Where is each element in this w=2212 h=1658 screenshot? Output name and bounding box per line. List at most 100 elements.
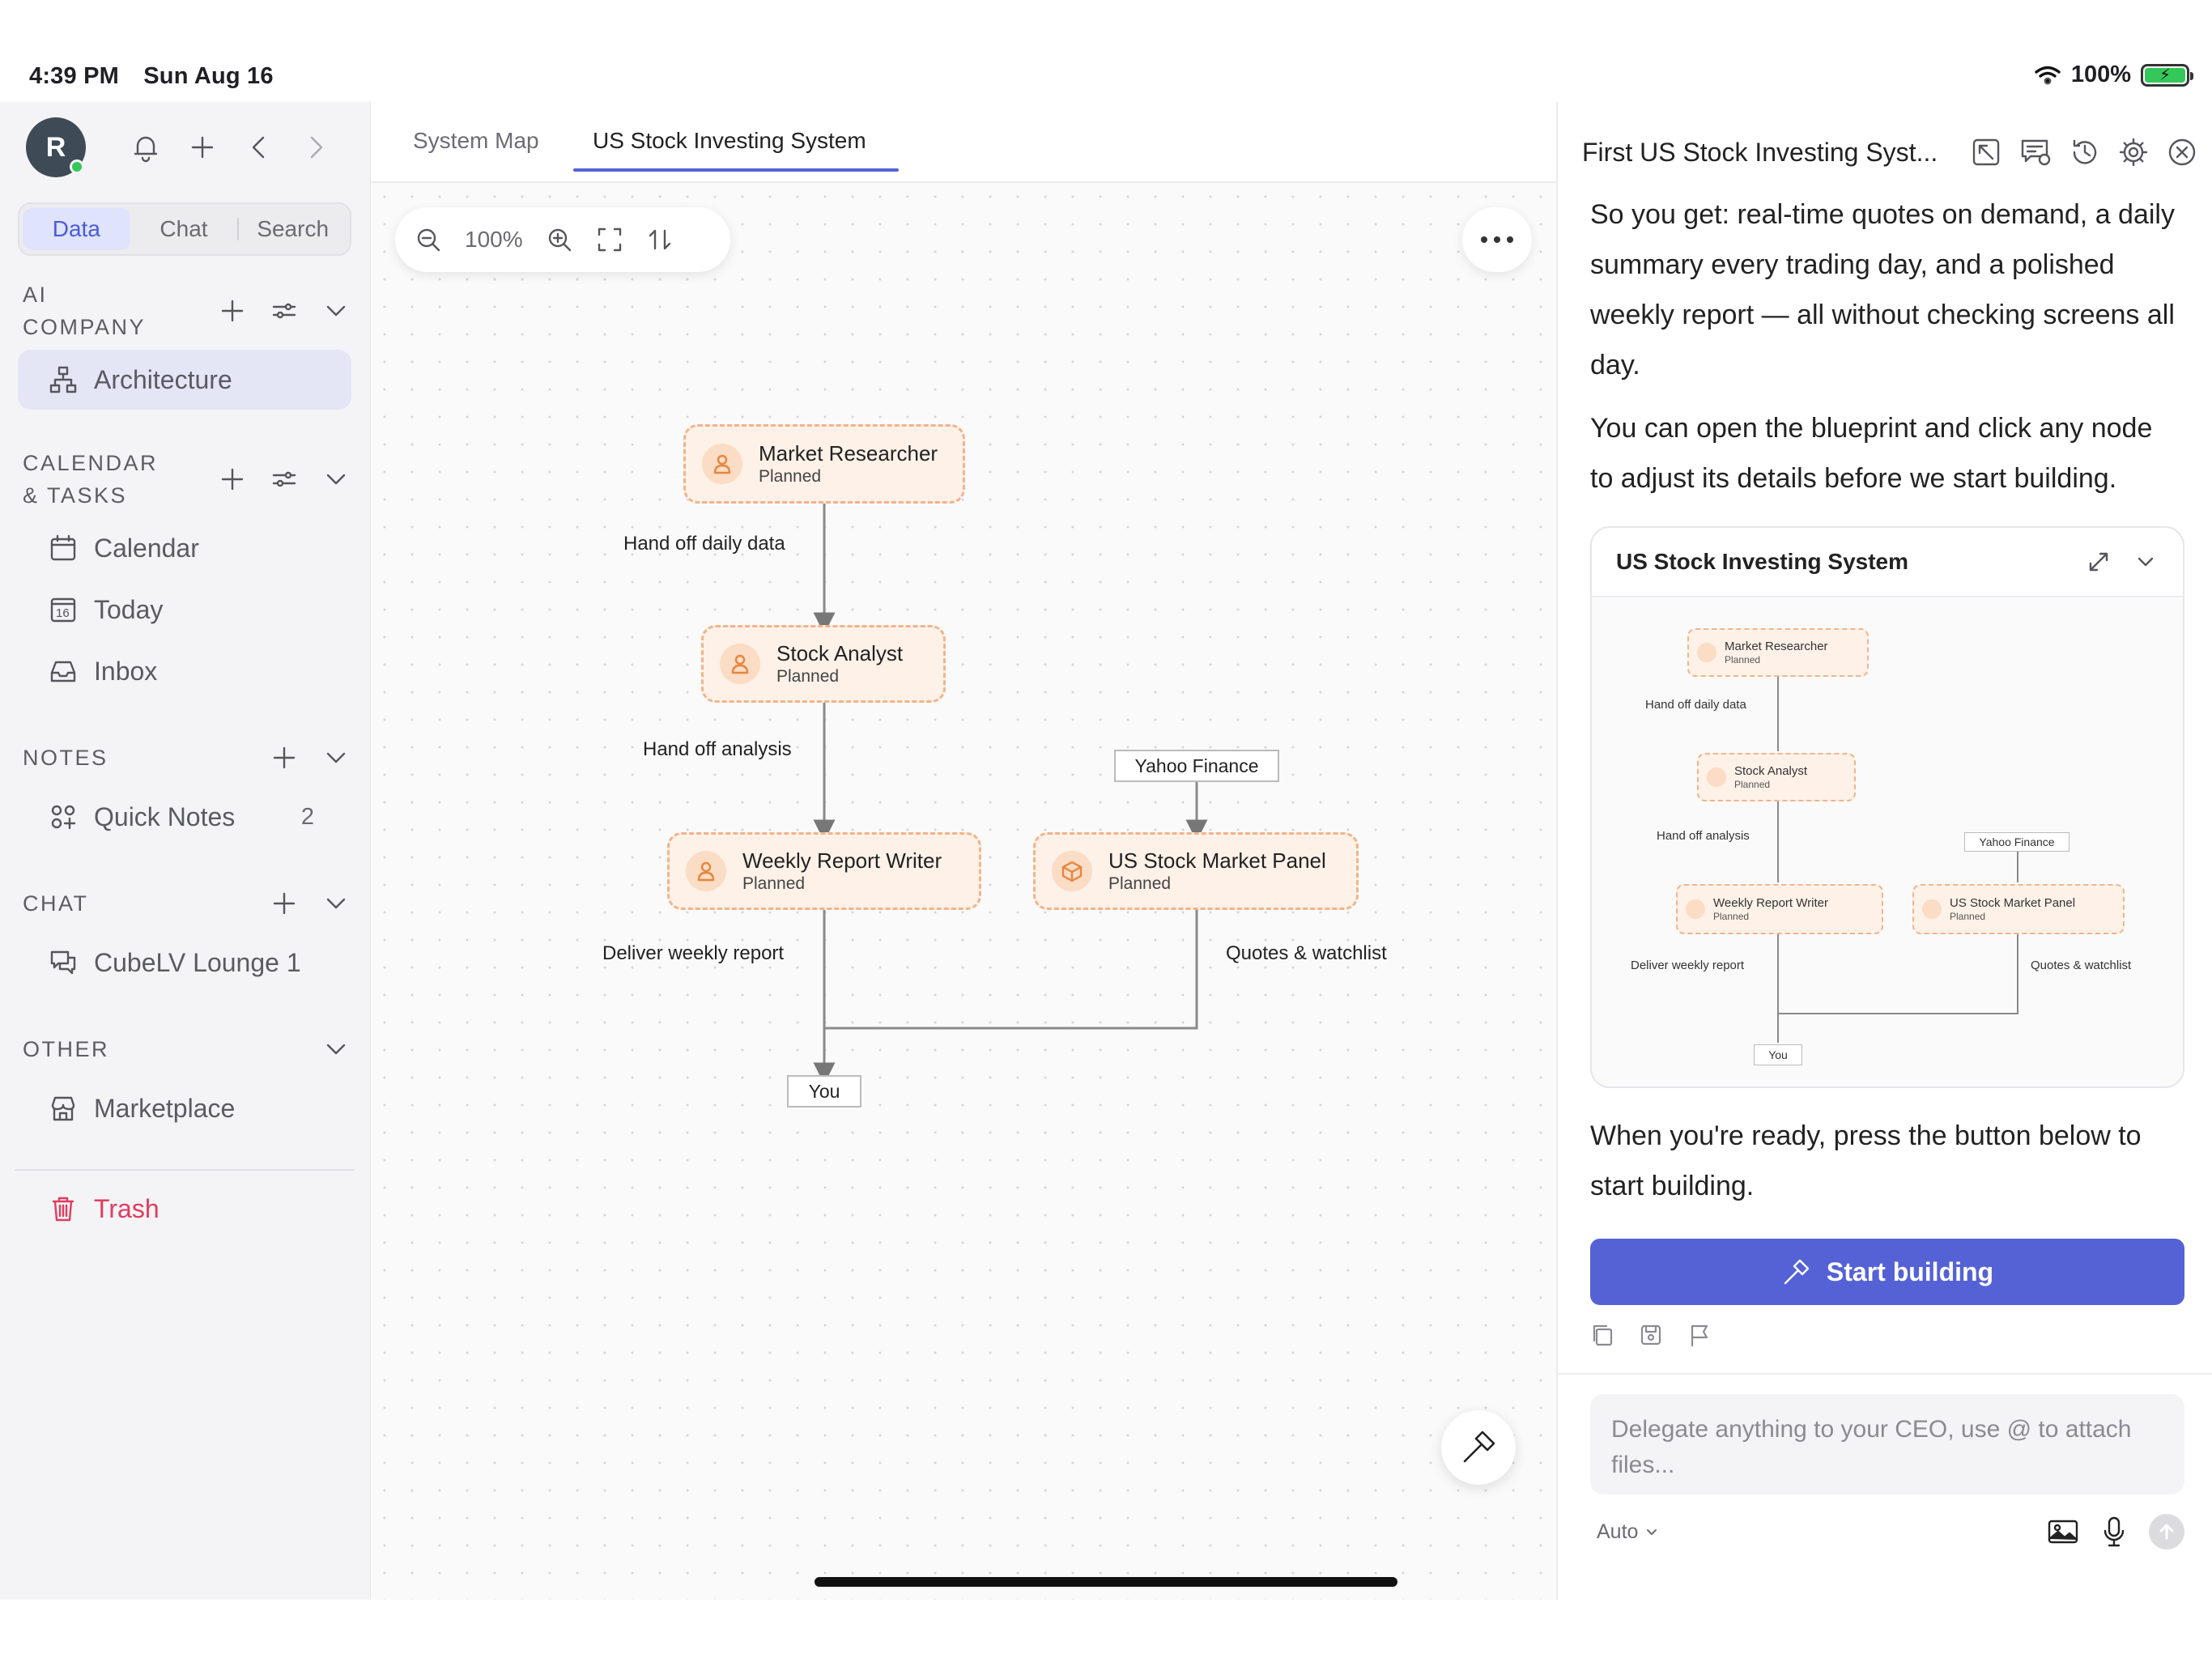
- sidebar-item-label: Quick Notes: [94, 801, 236, 831]
- person-icon: [1707, 767, 1726, 787]
- gear-icon[interactable]: [2118, 137, 2149, 168]
- preview-label-daily-data: Hand off daily data: [1645, 698, 1746, 712]
- battery-icon: ⚡: [2141, 63, 2193, 87]
- add-icon[interactable]: [186, 131, 219, 164]
- model-select-value: Auto: [1597, 1520, 1639, 1543]
- copy-icon[interactable]: [1590, 1323, 1614, 1347]
- bell-icon[interactable]: [130, 131, 162, 164]
- sidebar-item-architecture[interactable]: Architecture: [18, 350, 351, 410]
- trash-icon: [49, 1194, 78, 1223]
- preview-node-stock-analyst: Stock Analyst Planned: [1697, 753, 1856, 801]
- section-title-other: OTHER: [23, 1037, 109, 1061]
- sidebar-item-calendar[interactable]: Calendar: [18, 518, 351, 578]
- segment-search[interactable]: Search: [239, 208, 347, 250]
- forward-chevron-icon[interactable]: [300, 131, 332, 164]
- node-title: US Stock Market Panel: [1108, 848, 1326, 873]
- preview-node-market-researcher: Market Researcher Planned: [1687, 628, 1869, 677]
- history-icon[interactable]: [2069, 137, 2100, 168]
- tab-system-map[interactable]: System Map: [413, 128, 539, 154]
- add-icon[interactable]: [219, 466, 246, 493]
- storefront-icon: [49, 1094, 78, 1123]
- avatar[interactable]: R: [26, 117, 86, 177]
- person-icon: [1686, 899, 1705, 919]
- main-area: System Map US Stock Investing System 100…: [371, 102, 1556, 1600]
- node-weekly-report-writer[interactable]: Weekly Report Writer Planned: [667, 832, 981, 910]
- section-title-ai-company: AI COMPANY: [23, 283, 147, 339]
- chat-panel: First US Stock Investing Syst... So you …: [1556, 102, 2212, 1600]
- model-select[interactable]: Auto: [1597, 1520, 1659, 1544]
- chevron-down-icon[interactable]: [322, 297, 350, 325]
- blueprint-preview-card[interactable]: US Stock Investing System Market Researc…: [1590, 526, 2184, 1088]
- status-bar: 4:39 PM Sun Aug 16 100% ⚡: [0, 0, 2212, 102]
- panel-title: First US Stock Investing Syst...: [1582, 137, 1938, 167]
- segment-chat[interactable]: Chat: [130, 208, 238, 250]
- flag-icon[interactable]: [1687, 1323, 1712, 1347]
- section-calendar-tasks: CALENDAR & TASKS: [23, 447, 355, 512]
- save-icon[interactable]: [1639, 1323, 1663, 1347]
- node-stock-analyst[interactable]: Stock Analyst Planned: [701, 625, 946, 703]
- chevron-down-icon[interactable]: [322, 466, 350, 493]
- sidebar-item-marketplace[interactable]: Marketplace: [18, 1078, 351, 1138]
- target-you[interactable]: You: [787, 1075, 861, 1107]
- preview-node-market-panel: US Stock Market Panel Planned: [1912, 884, 2125, 934]
- collapse-diagonal-icon[interactable]: [1971, 137, 2001, 168]
- panel-header: First US Stock Investing Syst...: [1582, 126, 2197, 178]
- chat-settings-icon[interactable]: [2019, 137, 2052, 168]
- back-chevron-icon[interactable]: [243, 131, 275, 164]
- chevron-down-icon[interactable]: [2133, 549, 2159, 575]
- preview-title: US Stock Investing System: [1616, 549, 1909, 574]
- package-icon: [1052, 851, 1092, 891]
- filter-icon[interactable]: [270, 297, 298, 325]
- node-us-stock-market-panel[interactable]: US Stock Market Panel Planned: [1033, 832, 1359, 910]
- notes-count-badge: 2: [300, 803, 314, 830]
- hierarchy-icon: [49, 365, 78, 394]
- sidebar-item-quick-notes[interactable]: Quick Notes 2: [18, 787, 351, 847]
- status-date: Sun Aug 16: [143, 63, 274, 89]
- add-icon[interactable]: [270, 744, 298, 772]
- sidebar-item-cubelv-lounge[interactable]: CubeLV Lounge 1: [18, 933, 351, 993]
- hammer-icon: [1784, 1259, 1810, 1285]
- sidebar-item-inbox[interactable]: Inbox: [18, 641, 351, 701]
- message-composer-input[interactable]: Delegate anything to your CEO, use @ to …: [1590, 1394, 2184, 1494]
- microphone-icon[interactable]: [2102, 1516, 2126, 1548]
- node-status: Planned: [1108, 874, 1172, 893]
- section-title-notes: NOTES: [23, 746, 108, 770]
- expand-icon[interactable]: [2086, 549, 2112, 575]
- chat-bubbles-icon: [49, 948, 78, 977]
- section-notes: NOTES: [23, 742, 355, 774]
- today-icon-number: 16: [56, 606, 70, 620]
- assistant-message-1: So you get: real-time quotes on demand, …: [1590, 199, 2175, 380]
- section-ai-company: AI COMPANY: [23, 278, 355, 343]
- node-title: Market Researcher: [759, 441, 938, 466]
- sidebar-item-trash[interactable]: Trash: [18, 1179, 351, 1239]
- chevron-down-icon[interactable]: [322, 890, 350, 917]
- composer-toolbar: Auto: [1590, 1509, 2184, 1554]
- image-attach-icon[interactable]: [2047, 1517, 2079, 1546]
- filter-icon[interactable]: [270, 466, 298, 493]
- start-building-button[interactable]: Start building: [1590, 1239, 2184, 1305]
- source-yahoo-finance[interactable]: Yahoo Finance: [1114, 750, 1279, 782]
- tab-us-stock-investing-system[interactable]: US Stock Investing System: [593, 128, 866, 154]
- chevron-down-icon[interactable]: [322, 744, 350, 772]
- assistant-message-2: You can open the blueprint and click any…: [1590, 413, 2153, 494]
- add-icon[interactable]: [219, 297, 246, 325]
- composer-divider: [1558, 1373, 2212, 1375]
- section-other: OTHER: [23, 1033, 355, 1065]
- battery-percent: 100%: [2070, 62, 2131, 87]
- add-icon[interactable]: [270, 890, 298, 917]
- sidebar-item-label: Inbox: [94, 656, 158, 686]
- diagram-canvas[interactable]: 100% Market Researcher Planned Stock Ana…: [371, 183, 1556, 1600]
- message-actions: [1590, 1323, 1712, 1347]
- build-hammer-button[interactable]: [1441, 1410, 1516, 1485]
- grid-notes-icon: [49, 802, 78, 831]
- node-status: Planned: [742, 874, 806, 893]
- close-icon[interactable]: [2167, 137, 2197, 168]
- sidebar-item-today[interactable]: 16 Today: [18, 580, 351, 640]
- segment-data[interactable]: Data: [23, 208, 130, 250]
- chevron-down-icon[interactable]: [322, 1035, 350, 1063]
- edge-label-weekly-report: Deliver weekly report: [602, 942, 785, 964]
- sidebar-toolbar: R: [26, 117, 358, 178]
- sidebar-item-label: CubeLV Lounge 1: [94, 947, 301, 977]
- send-button[interactable]: [2149, 1514, 2184, 1550]
- node-market-researcher[interactable]: Market Researcher Planned: [683, 424, 965, 504]
